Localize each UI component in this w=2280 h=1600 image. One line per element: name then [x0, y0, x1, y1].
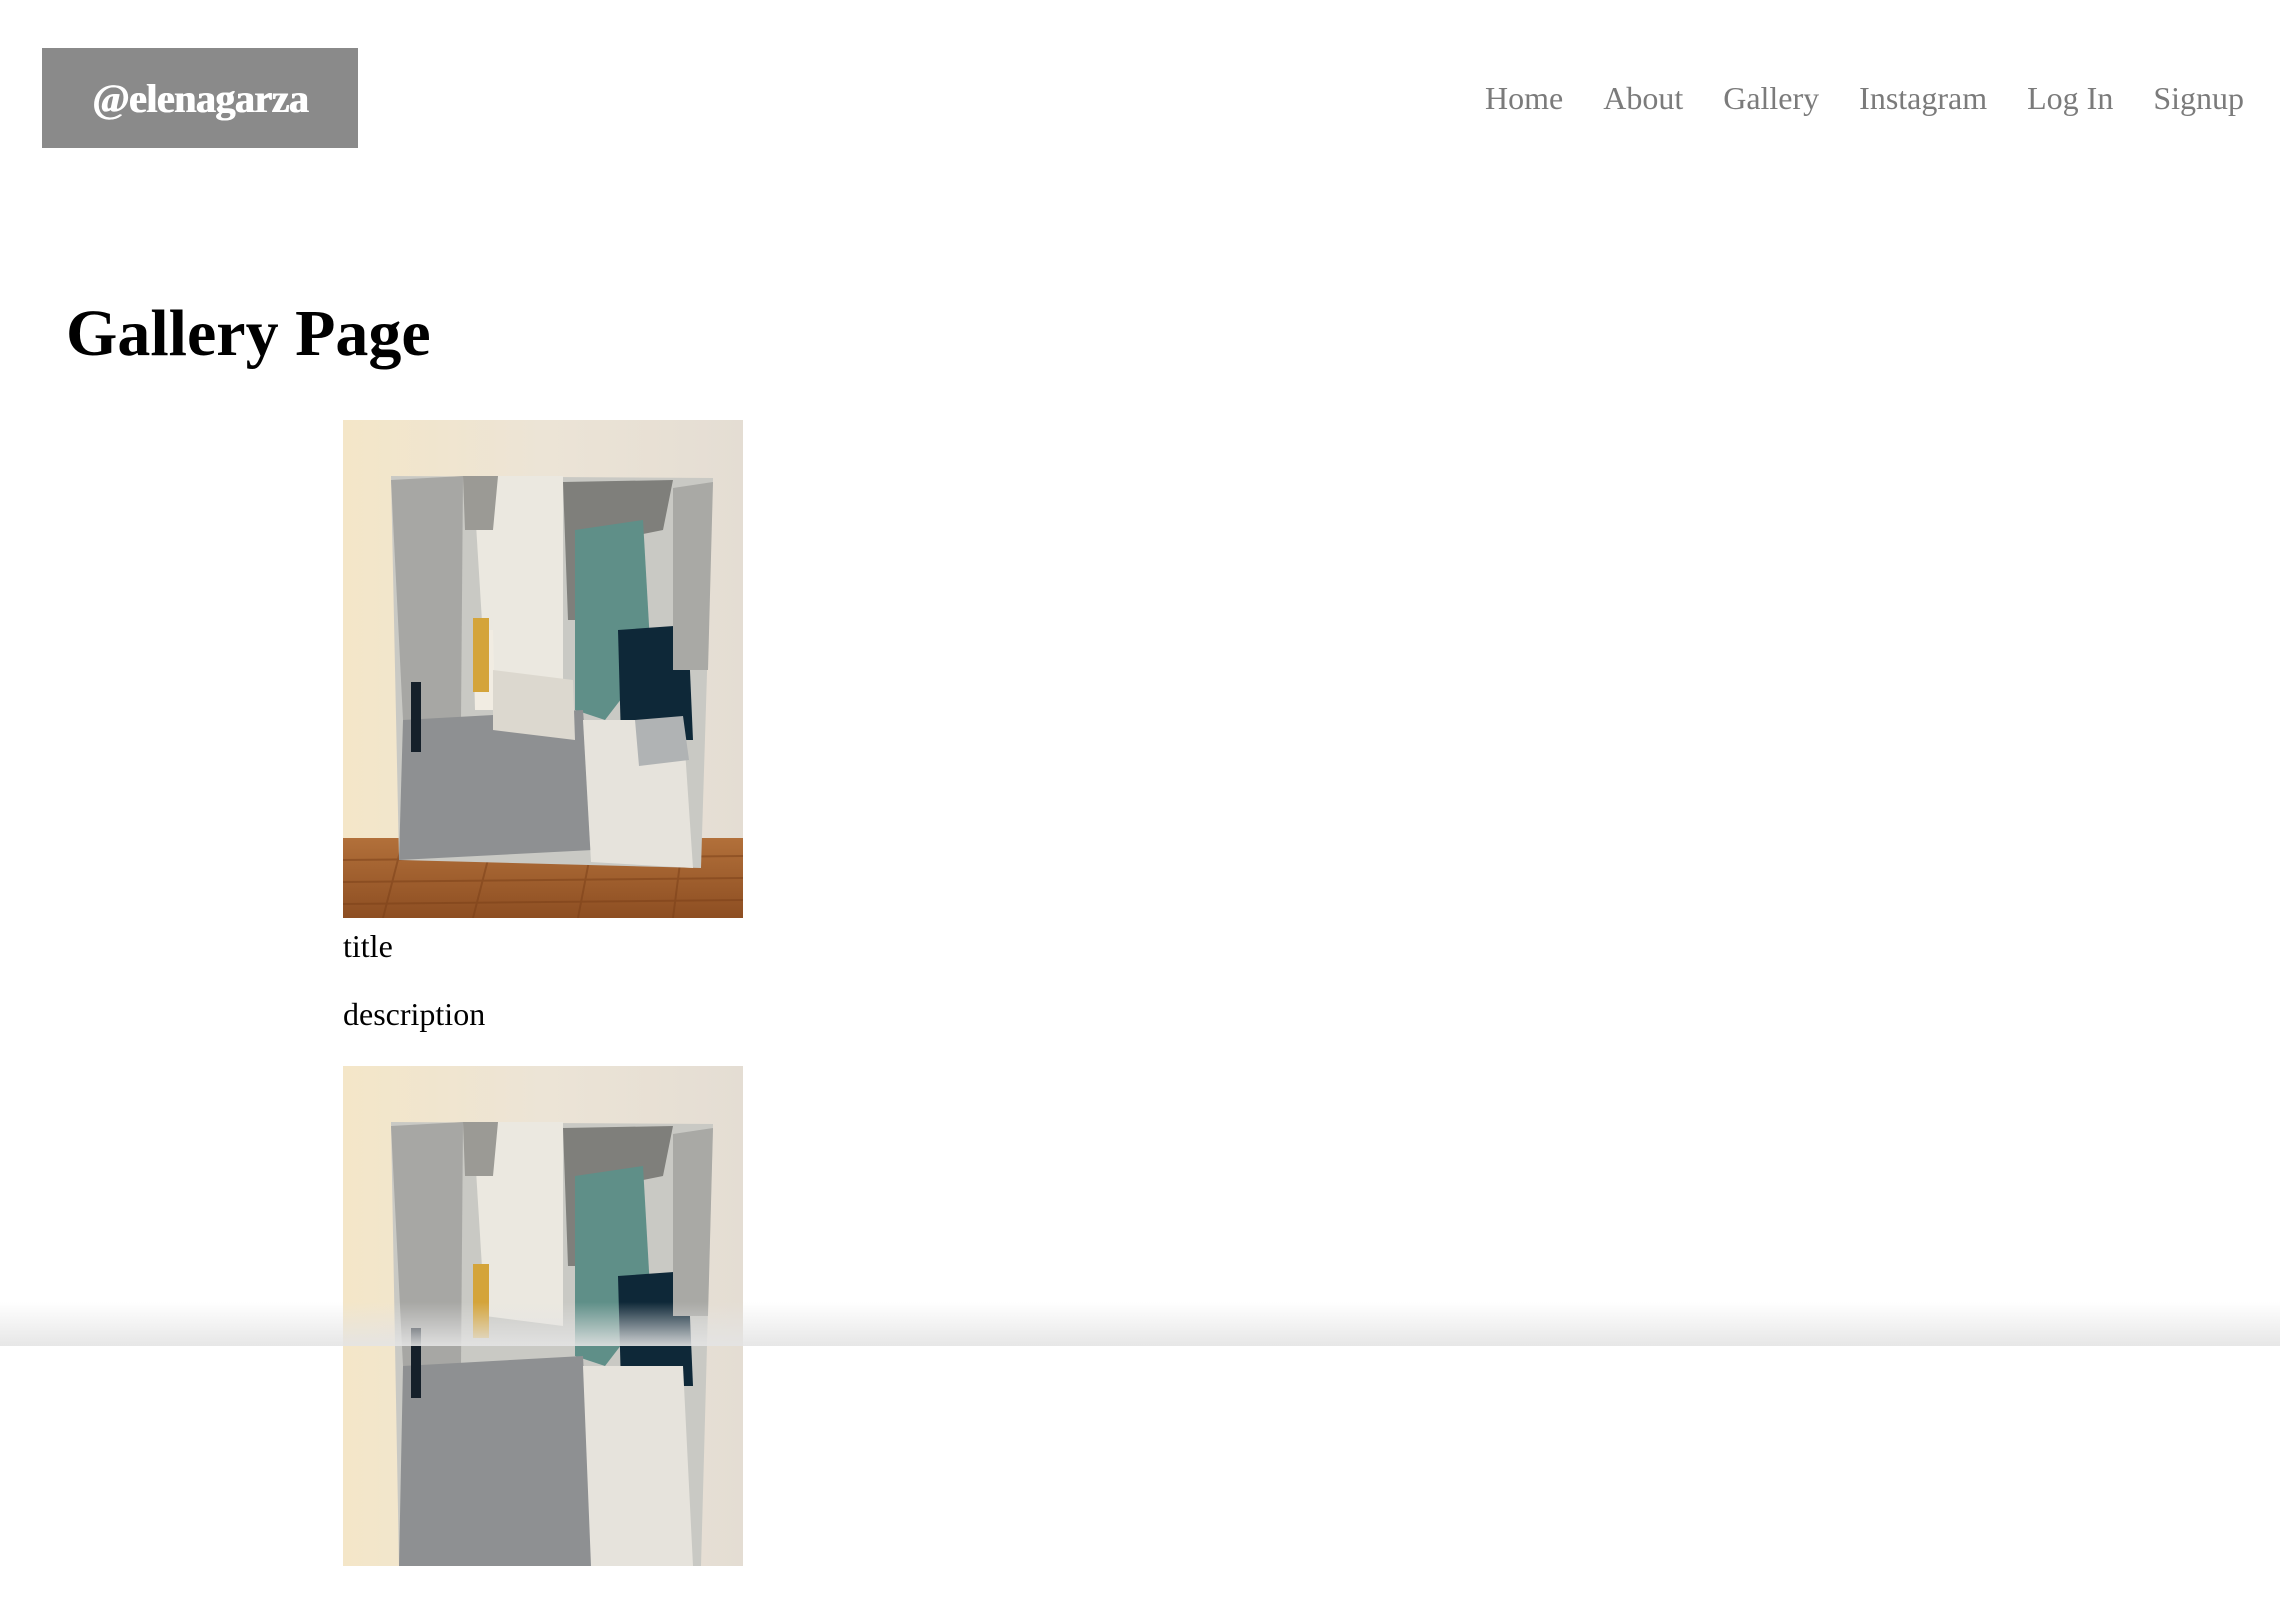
- artwork-description: description: [343, 996, 486, 1032]
- nav-signup-link[interactable]: Signup: [2153, 80, 2244, 117]
- site-logo[interactable]: @elenagarza: [42, 48, 358, 148]
- nav-home-link[interactable]: Home: [1485, 80, 1563, 117]
- artwork-title: title: [343, 928, 393, 964]
- bottom-shadow: [0, 1302, 2280, 1346]
- artwork-image: [343, 1066, 743, 1566]
- page-title: Gallery Page: [66, 297, 431, 370]
- gallery-list: title description: [343, 420, 743, 1600]
- nav-about-link[interactable]: About: [1603, 80, 1683, 117]
- main-nav: Home About Gallery Instagram Log In Sign…: [1485, 80, 2244, 117]
- nav-login-link[interactable]: Log In: [2027, 80, 2113, 117]
- nav-gallery-link[interactable]: Gallery: [1723, 80, 1819, 117]
- gallery-item: title description: [343, 420, 743, 1032]
- nav-instagram-link[interactable]: Instagram: [1859, 80, 1987, 117]
- gallery-item: [343, 1066, 743, 1566]
- artwork-image: [343, 420, 743, 918]
